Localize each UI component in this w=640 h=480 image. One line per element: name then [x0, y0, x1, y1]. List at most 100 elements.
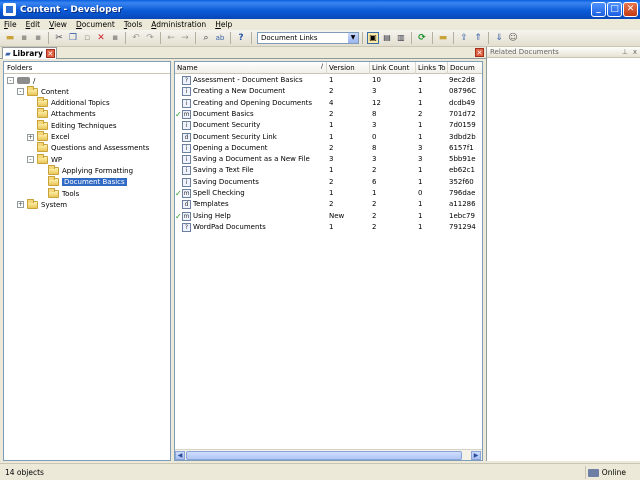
cell-links-to: 1: [418, 121, 423, 130]
import-icon[interactable]: ⇑: [472, 32, 484, 44]
tab-close-icon[interactable]: ✕: [45, 49, 55, 58]
back-icon[interactable]: ←: [165, 32, 177, 44]
cell-id: 9ec2d8: [449, 76, 475, 84]
scroll-right-icon[interactable]: ▶: [471, 451, 481, 460]
tree-root[interactable]: - /: [7, 75, 35, 86]
menu-help[interactable]: Help: [215, 20, 232, 29]
tree-item[interactable]: - Content: [17, 85, 69, 97]
table-row[interactable]: i Opening a Document 2 8 3 6157f1: [175, 143, 482, 154]
status-bar: 14 objects Online: [0, 463, 640, 480]
table-row[interactable]: ✓ m Using Help New 2 1 1ebc79: [175, 211, 482, 222]
cell-version: 2: [329, 143, 334, 152]
tree-item[interactable]: Applying Formatting: [48, 164, 133, 176]
redo-icon[interactable]: ↷: [144, 32, 156, 44]
minimize-button[interactable]: _: [591, 2, 606, 17]
panel-close-icon[interactable]: ✕: [475, 48, 484, 57]
help-icon[interactable]: ?: [235, 32, 247, 44]
pin-icon[interactable]: ⊥: [622, 47, 628, 58]
table-row[interactable]: i Creating and Opening Documents 4 12 1 dcdb4…: [175, 98, 482, 109]
properties-icon[interactable]: ▪: [109, 32, 121, 44]
tree-item[interactable]: Tools: [48, 187, 79, 199]
table-row[interactable]: ✓ m Spell Checking 1 1 0 796dae: [175, 188, 482, 199]
tree-item[interactable]: Editing Techniques: [37, 119, 117, 131]
menu-edit[interactable]: Edit: [26, 20, 41, 29]
chevron-down-icon[interactable]: ▼: [348, 33, 358, 43]
forward-icon[interactable]: →: [179, 32, 191, 44]
save-icon[interactable]: ▪: [18, 32, 30, 44]
table-row[interactable]: i Saving a Text File 1 2 1 eb62c1: [175, 165, 482, 176]
tree-item[interactable]: Attachments: [37, 108, 96, 120]
related-close-icon[interactable]: x: [633, 47, 637, 58]
print-icon[interactable]: ▪: [32, 32, 44, 44]
check-in-icon[interactable]: ▬: [437, 32, 449, 44]
tree-item[interactable]: + System: [17, 198, 67, 210]
column-links-to[interactable]: Links To: [416, 62, 448, 74]
column-version[interactable]: Version: [327, 62, 370, 74]
document-icon: m: [182, 211, 191, 221]
horizontal-scrollbar[interactable]: ◀ ▶: [175, 449, 482, 460]
table-row[interactable]: d Templates 2 2 1 a11286: [175, 199, 482, 210]
column-document-id[interactable]: Docum: [448, 62, 482, 74]
expand-icon[interactable]: +: [27, 133, 34, 141]
copy-icon[interactable]: ❐: [67, 32, 79, 44]
menu-bar: File Edit View Document Tools Administra…: [0, 19, 640, 30]
scrollbar-thumb[interactable]: [186, 451, 462, 460]
cell-link-count: 2: [372, 200, 377, 209]
cell-link-count: 10: [372, 76, 381, 84]
collapse-icon[interactable]: -: [7, 77, 14, 84]
cell-id: 6157f1: [449, 143, 474, 152]
users-icon[interactable]: ☺: [507, 32, 519, 44]
table-row[interactable]: i Saving a Document as a New File 3 3 3 5bb91…: [175, 154, 482, 165]
publish-icon[interactable]: ⇪: [458, 32, 470, 44]
menu-tools[interactable]: Tools: [124, 20, 142, 29]
table-row[interactable]: i Document Security 1 3 1 7d0159: [175, 120, 482, 131]
tree-item[interactable]: + Excel: [27, 131, 70, 143]
maximize-button[interactable]: □: [607, 2, 622, 17]
undo-icon[interactable]: ↶: [130, 32, 142, 44]
table-row[interactable]: ? Assessment - Document Basics 1 10 1 9ec2d8: [175, 75, 482, 86]
find-icon[interactable]: ⌕: [200, 32, 212, 44]
tab-library[interactable]: ▰ Library ✕: [2, 47, 57, 59]
tree-item[interactable]: - WP: [27, 153, 62, 165]
tab-library-label: Library: [12, 49, 43, 58]
menu-administration[interactable]: Administration: [151, 20, 206, 29]
cell-link-count: 3: [372, 155, 377, 164]
tree-item[interactable]: Questions and Assessments: [37, 142, 149, 154]
cell-name: Templates: [193, 200, 229, 209]
tree-item[interactable]: Additional Topics: [37, 97, 110, 109]
view-select[interactable]: Document Links ▼: [257, 32, 359, 44]
table-row[interactable]: i Saving Documents 2 6 1 352f60: [175, 177, 482, 188]
folder-icon: [48, 187, 59, 198]
open-folder-icon[interactable]: ▬: [4, 32, 16, 44]
delete-icon[interactable]: ✕: [95, 32, 107, 44]
cell-version: 2: [329, 200, 334, 209]
close-button[interactable]: ✕: [623, 2, 638, 17]
status-online: Online: [601, 468, 626, 477]
cut-icon[interactable]: ✂: [53, 32, 65, 44]
menu-document[interactable]: Document: [76, 20, 115, 29]
column-name[interactable]: Name: [175, 62, 327, 74]
layout-horizontal-icon[interactable]: ▤: [381, 32, 393, 44]
layout-single-icon[interactable]: ▣: [367, 32, 379, 44]
layout-vertical-icon[interactable]: ▥: [395, 32, 407, 44]
collapse-icon[interactable]: -: [17, 88, 24, 96]
refresh-icon[interactable]: ⟳: [416, 32, 428, 44]
expand-icon[interactable]: +: [17, 201, 24, 209]
menu-file[interactable]: File: [4, 20, 17, 29]
paste-icon[interactable]: ▫: [81, 32, 93, 44]
table-row[interactable]: ✓ m Document Basics 2 8 2 701d72: [175, 109, 482, 120]
table-row[interactable]: d Document Security Link 1 0 1 3dbd2b: [175, 132, 482, 143]
table-row[interactable]: ? WordPad Documents 1 2 1 791294: [175, 222, 482, 233]
scroll-left-icon[interactable]: ◀: [175, 451, 185, 460]
cell-name: WordPad Documents: [193, 222, 266, 231]
menu-view[interactable]: View: [49, 20, 67, 29]
collapse-icon[interactable]: -: [27, 156, 34, 164]
cell-id: 701d72: [449, 109, 476, 118]
column-link-count[interactable]: Link Count: [370, 62, 416, 74]
spell-check-icon[interactable]: ab: [214, 32, 226, 44]
document-icon: d: [182, 200, 191, 210]
tree-item[interactable]: Document Basics: [48, 176, 127, 188]
online-icon: [587, 468, 599, 477]
download-icon[interactable]: ⇓: [493, 32, 505, 44]
table-row[interactable]: i Creating a New Document 2 3 1 08796C: [175, 86, 482, 97]
